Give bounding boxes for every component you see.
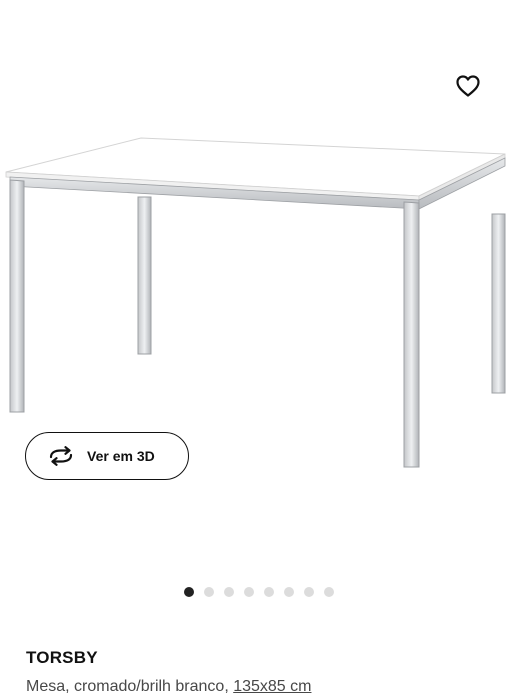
view-3d-label: Ver em 3D [87, 448, 155, 464]
carousel-dot[interactable] [224, 587, 234, 597]
carousel-dot[interactable] [204, 587, 214, 597]
table-image [5, 137, 506, 468]
product-name[interactable]: TORSBY [26, 648, 98, 668]
product-description: Mesa, cromado/brilh branco, 135x85 cm [26, 678, 311, 696]
carousel-dot[interactable] [244, 587, 254, 597]
favorite-button[interactable] [452, 70, 484, 102]
carousel-dots [184, 587, 334, 597]
product-size[interactable]: 135x85 cm [233, 678, 311, 695]
carousel-dot[interactable] [264, 587, 274, 597]
view-3d-button[interactable]: Ver em 3D [25, 432, 189, 480]
rotate-arrows-icon [47, 446, 75, 466]
heart-outline-icon [456, 75, 480, 97]
carousel-dot[interactable] [184, 587, 194, 597]
carousel-dot[interactable] [304, 587, 314, 597]
product-description-text: Mesa, cromado/brilh branco, [26, 678, 234, 695]
carousel-dot[interactable] [284, 587, 294, 597]
carousel-dot[interactable] [324, 587, 334, 597]
product-image[interactable] [0, 0, 518, 480]
